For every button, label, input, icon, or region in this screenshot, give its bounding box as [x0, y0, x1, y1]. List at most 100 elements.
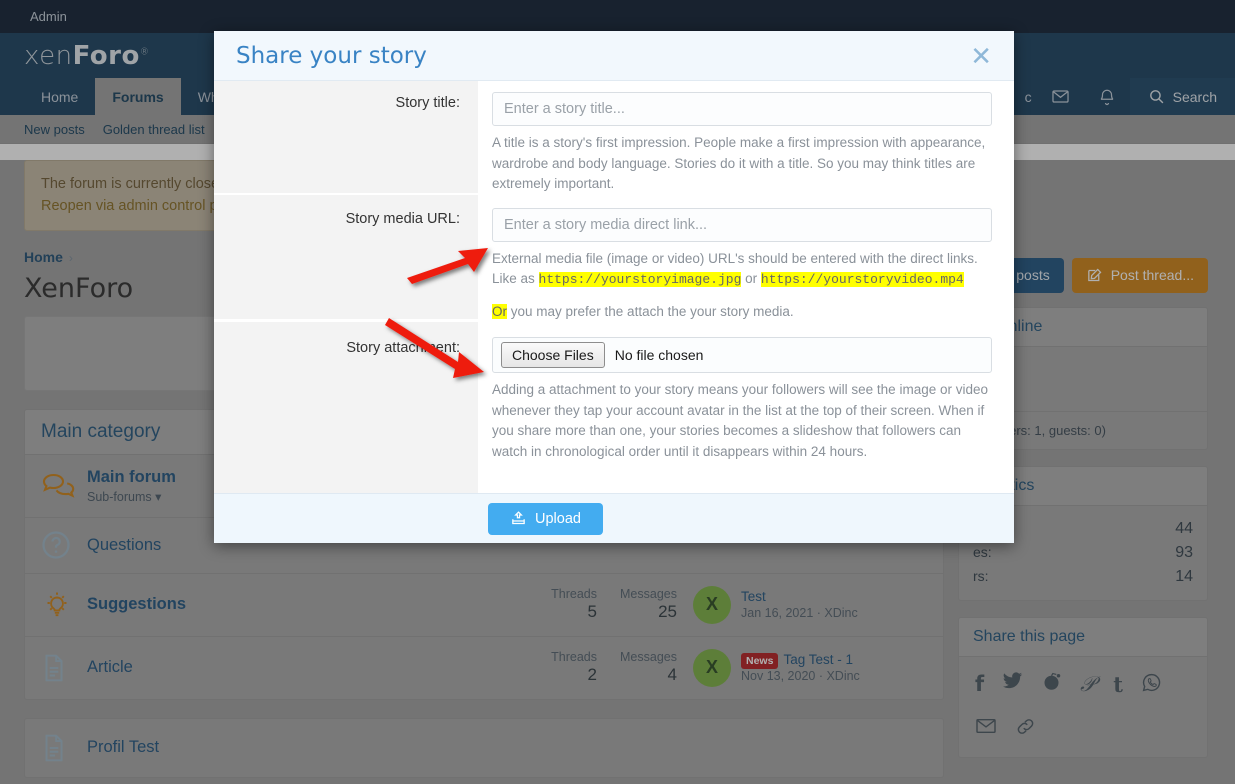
dialog-body: Story title: A title is a story's first … [214, 81, 1014, 493]
stat-value: 93 [1175, 544, 1193, 562]
field-row-story-media-url: Story media URL: External media file (im… [214, 195, 1014, 323]
stat-row: rs: 14 [973, 565, 1193, 589]
table-row[interactable]: Article Threads 2 Messages 4 X [25, 637, 943, 699]
email-icon[interactable] [975, 717, 997, 742]
forum-title-cell: Article [87, 658, 517, 677]
field-row-story-title: Story title: A title is a story's first … [214, 81, 1014, 195]
story-title-control: A title is a story's first impression. P… [478, 81, 1014, 195]
hint-line-1: External media file (image or video) URL… [492, 249, 992, 270]
hint-line-2: Like as https://yourstoryimage.jpg or ht… [492, 269, 992, 290]
logo-registered-mark: ® [140, 47, 150, 57]
dialog-title: Share your story [236, 43, 970, 69]
link-icon[interactable] [1015, 717, 1036, 742]
threads-stat: Threads 5 [517, 587, 597, 622]
messages-label: Messages [597, 650, 677, 664]
nav-item-forums[interactable]: Forums [95, 78, 180, 115]
story-attachment-control: Choose Files No file chosen Adding a att… [478, 322, 1014, 462]
subnav-golden-thread-list[interactable]: Golden thread list [103, 122, 205, 137]
share-story-dialog: Share your story ✕ Story title: A title … [214, 31, 1014, 543]
search-label: Search [1173, 89, 1217, 105]
last-post-text: Test Jan 16, 2021 · XDinc [741, 589, 858, 620]
last-post-meta: Nov 13, 2020 · XDinc [741, 669, 860, 683]
threads-count: 5 [517, 602, 597, 622]
dialog-header: Share your story ✕ [214, 31, 1014, 81]
avatar[interactable]: X [693, 649, 731, 687]
hint-or-prefix: Or [492, 304, 507, 319]
stat-row: es: 93 [973, 541, 1193, 565]
file-input[interactable]: Choose Files No file chosen [492, 337, 992, 373]
admin-topbar: Admin [0, 0, 1235, 33]
reddit-icon[interactable] [1041, 672, 1062, 699]
logo-text-light: xen [24, 41, 73, 71]
file-status-text: No file chosen [615, 347, 704, 363]
forum-profil-test[interactable]: Profil Test [24, 718, 944, 778]
search-button[interactable]: Search [1130, 78, 1235, 115]
screen: Admin xenForo® Home Forums Wh c Search [0, 0, 1235, 784]
upload-label: Upload [535, 511, 581, 527]
story-attachment-label: Story attachment: [214, 322, 478, 493]
avatar[interactable]: X [693, 586, 731, 624]
subnav-new-posts[interactable]: New posts [24, 122, 85, 137]
breadcrumb-home[interactable]: Home [24, 249, 63, 265]
nav-item-home[interactable]: Home [24, 78, 95, 115]
document-icon [41, 653, 87, 683]
last-post-title-text[interactable]: Tag Test - 1 [783, 652, 853, 667]
tumblr-icon[interactable]: t [1113, 672, 1123, 699]
status-badge: News [741, 653, 778, 669]
story-media-url-hint: External media file (image or video) URL… [492, 249, 992, 323]
dialog-footer: Upload [214, 493, 1014, 543]
story-media-url-control: External media file (image or video) URL… [478, 195, 1014, 323]
document-icon [41, 733, 87, 763]
site-logo[interactable]: xenForo® [24, 41, 149, 71]
post-thread-button[interactable]: Post thread... [1072, 258, 1208, 293]
threads-stat: Threads 2 [517, 650, 597, 685]
twitter-icon[interactable] [1002, 672, 1023, 699]
last-post-cell: X Test Jan 16, 2021 · XDinc [677, 586, 927, 624]
stat-label: es: [973, 544, 992, 562]
table-row[interactable]: Suggestions Threads 5 Messages 25 [25, 574, 943, 637]
upload-icon [510, 510, 527, 527]
stat-value: 14 [1175, 568, 1193, 586]
last-post-title[interactable]: News Tag Test - 1 [741, 652, 860, 667]
last-post-text: News Tag Test - 1 Nov 13, 2020 · XDinc [741, 652, 860, 683]
threads-label: Threads [517, 587, 597, 601]
admin-link[interactable]: Admin [30, 9, 67, 24]
forum-link[interactable]: Suggestions [87, 595, 517, 614]
envelope-icon[interactable] [1038, 78, 1084, 115]
hint-line-3: Or you may prefer the attach the your st… [492, 302, 992, 323]
speech-bubbles-icon [41, 472, 87, 500]
story-title-hint: A title is a story's first impression. P… [492, 133, 992, 195]
messages-count: 25 [597, 602, 677, 622]
close-icon[interactable]: ✕ [970, 43, 992, 69]
last-post-cell: X News Tag Test - 1 Nov 13, 2020 · XDinc [677, 649, 927, 687]
story-attachment-hint: Adding a attachment to your story means … [492, 380, 992, 462]
story-title-input[interactable] [492, 92, 992, 126]
story-media-url-input[interactable] [492, 208, 992, 242]
field-row-story-attachment: Story attachment: Choose Files No file c… [214, 322, 1014, 493]
last-post-meta: Jan 16, 2021 · XDinc [741, 606, 858, 620]
threads-count: 2 [517, 665, 597, 685]
logo-text-bold: Foro [73, 41, 140, 71]
hint-or-rest: you may prefer the attach the your story… [507, 304, 794, 319]
hint-like-as: Like as [492, 271, 539, 286]
last-post-title[interactable]: Test [741, 589, 858, 604]
choose-files-button[interactable]: Choose Files [501, 342, 605, 368]
compose-icon [1086, 267, 1103, 284]
nav-item-truncated[interactable]: c [1019, 78, 1038, 115]
whatsapp-icon[interactable] [1141, 672, 1162, 699]
story-media-url-label: Story media URL: [214, 195, 478, 319]
lightbulb-icon [41, 590, 87, 620]
forum-link[interactable]: Profil Test [87, 738, 159, 757]
post-thread-label: Post thread... [1111, 267, 1194, 283]
pinterest-icon[interactable]: 𝒫 [1080, 672, 1095, 699]
upload-button[interactable]: Upload [488, 503, 603, 535]
messages-count: 4 [597, 665, 677, 685]
forum-link[interactable]: Article [87, 658, 517, 677]
bell-icon[interactable] [1084, 78, 1130, 115]
widget-share-this-page: Share this page f 𝒫 [958, 617, 1208, 758]
messages-label: Messages [597, 587, 677, 601]
forum-title-cell: Suggestions [87, 595, 517, 614]
search-icon [1148, 88, 1165, 105]
facebook-icon[interactable]: f [975, 672, 984, 699]
messages-stat: Messages 25 [597, 587, 677, 622]
